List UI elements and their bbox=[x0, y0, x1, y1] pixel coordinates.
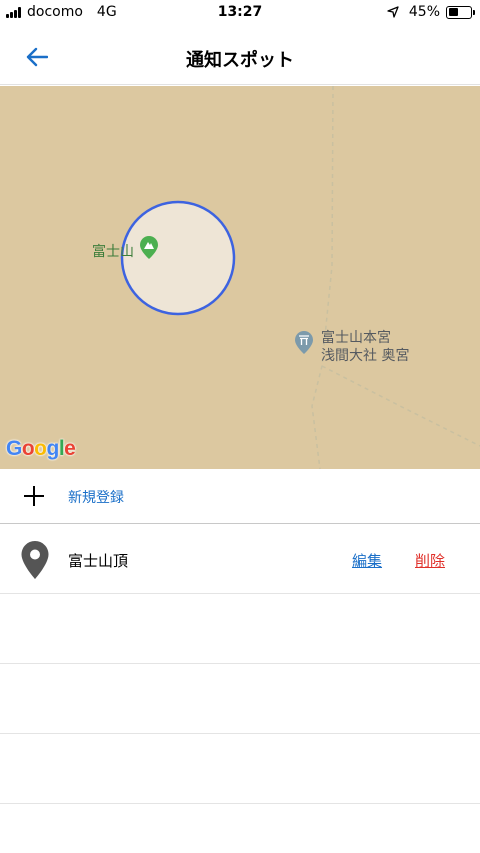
page-title: 通知スポット bbox=[186, 50, 294, 71]
delete-link[interactable]: 削除 bbox=[415, 550, 445, 571]
status-bar: docomo 4G 13:27 45% bbox=[0, 0, 480, 24]
empty-list-row bbox=[0, 594, 480, 664]
battery-percent: 45% bbox=[408, 4, 440, 20]
map-trail bbox=[311, 86, 334, 469]
notification-radius-circle bbox=[120, 200, 236, 316]
poi-label-shrine-line1: 富士山本宮 bbox=[321, 330, 391, 346]
poi-label-mountain[interactable]: 富士山 bbox=[92, 241, 134, 261]
plus-icon bbox=[24, 486, 44, 506]
edit-link[interactable]: 編集 bbox=[352, 550, 382, 571]
map-canvas bbox=[120, 86, 480, 469]
spot-name: 富士山頂 bbox=[68, 552, 129, 570]
battery-icon bbox=[446, 5, 475, 19]
empty-list-row bbox=[0, 664, 480, 734]
poi-label-shrine[interactable]: 富士山本宮 浅間大社 奥宮 bbox=[321, 329, 409, 365]
google-logo: Google bbox=[6, 437, 76, 460]
location-arrow-icon bbox=[387, 6, 399, 18]
map-view[interactable]: 富士山 富士山本宮 浅間大社 奥宮 Google bbox=[0, 86, 480, 469]
status-right: 45% bbox=[387, 4, 475, 20]
shrine-pin-icon[interactable] bbox=[295, 331, 313, 354]
add-spot-label: 新規登録 bbox=[68, 490, 124, 506]
add-spot-button[interactable]: 新規登録 bbox=[0, 469, 480, 524]
poi-label-shrine-line2: 浅間大社 奥宮 bbox=[321, 348, 410, 364]
battery-fill bbox=[448, 8, 458, 16]
map-trail bbox=[321, 365, 480, 447]
map-pin-icon bbox=[21, 541, 49, 579]
empty-list-row bbox=[0, 734, 480, 804]
nav-bar: 通知スポット bbox=[0, 24, 480, 85]
spot-list-item[interactable]: 富士山頂 編集 削除 bbox=[0, 524, 480, 594]
